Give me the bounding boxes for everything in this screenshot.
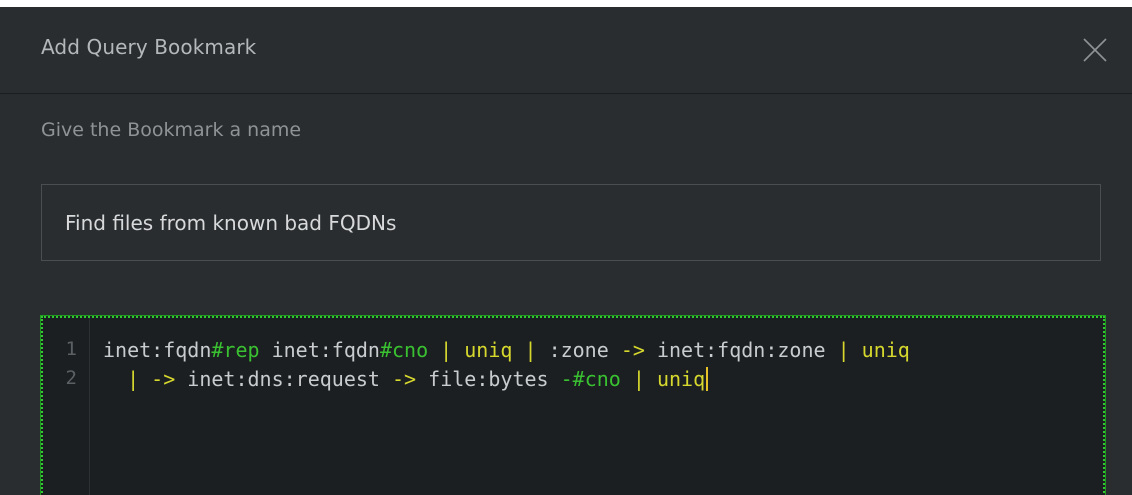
code-token: | [837,338,862,362]
line-number: 1 [65,338,77,360]
bookmark-name-input[interactable] [41,184,1101,261]
code-token: | [620,367,657,391]
code-token: #rep [211,338,260,362]
code-token: | -> [127,367,176,391]
close-icon-graphic [1083,38,1107,62]
query-code[interactable]: inet:fqdn#rep inet:fqdn#cno | uniq | :zo… [103,318,1103,414]
add-bookmark-dialog: Add Query Bookmark Give the Bookmark a n… [0,7,1132,495]
code-token: uniq [861,338,910,362]
code-token: | [428,338,465,362]
code-token: | [512,338,549,362]
bookmark-name-label: Give the Bookmark a name [41,119,302,141]
code-token: -> [392,367,417,391]
code-token: uniq [464,338,513,362]
dialog-header: Add Query Bookmark [0,7,1132,94]
code-token: :zone [548,338,621,362]
code-token: #cno [379,338,429,362]
code-token: inet:fqdn [103,338,212,362]
code-line: | -> inet:dns:request -> file:bytes -#cn… [103,367,709,391]
text-cursor [706,367,709,391]
code-token: inet:fqdn:zone [644,338,838,362]
close-icon[interactable] [1080,35,1110,65]
code-token: -#cno [560,367,621,391]
line-number: 2 [65,367,77,389]
code-token: inet:fqdn [259,338,380,362]
line-number-gutter: 1 2 [43,318,90,495]
code-token: inet:dns:request [175,367,393,391]
dialog-title: Add Query Bookmark [41,35,257,59]
code-token: file:bytes [416,367,561,391]
query-editor[interactable]: 1 2 inet:fqdn#rep inet:fqdn#cno | uniq |… [40,315,1106,495]
code-line: inet:fqdn#rep inet:fqdn#cno | uniq | :zo… [103,338,910,362]
code-token: -> [620,338,645,362]
code-token: uniq [656,367,706,391]
